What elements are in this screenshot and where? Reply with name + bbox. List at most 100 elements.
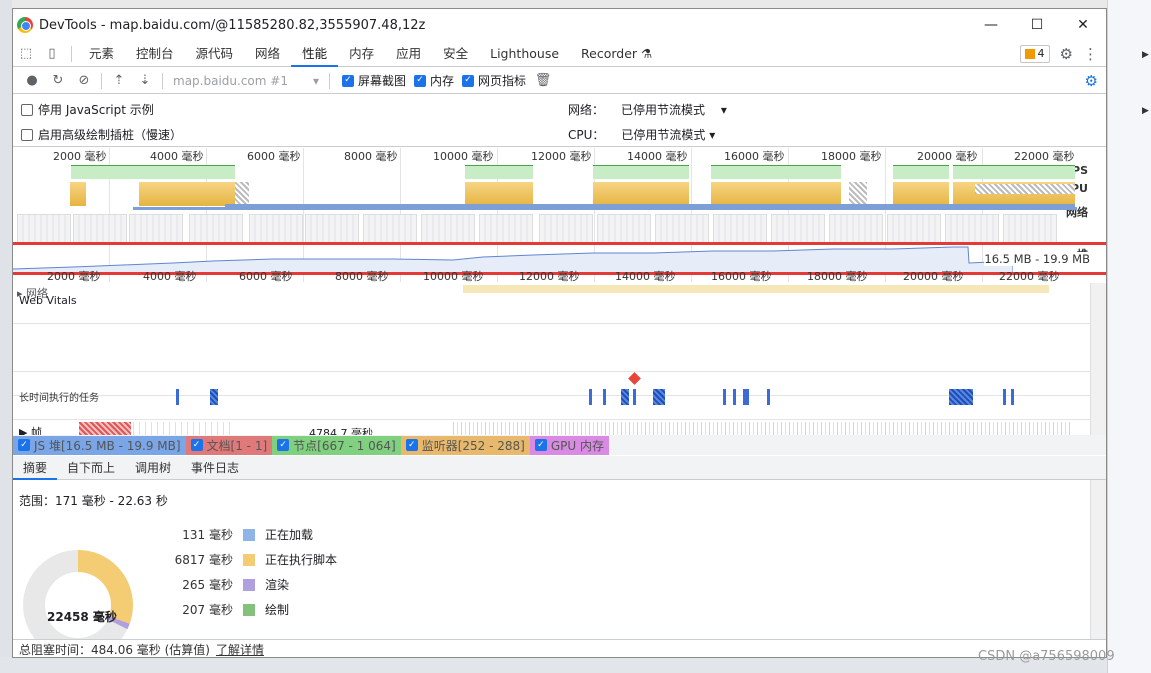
range-text: 范围：171 毫秒 - 22.63 秒 [19,494,168,508]
device-toolbar-icon[interactable]: ▯ [39,46,65,61]
tab-elements[interactable]: 元素 [78,41,125,67]
network-throttle-row: 网络： 已停用节流模式 ▾ [568,101,727,118]
total-blocking-time: 总阻塞时间：484.06 毫秒 (估算值) [19,643,210,657]
capture-settings-gear-icon[interactable]: ⚙ [1085,72,1098,90]
watermark: CSDN @a756598009 [978,649,1115,664]
title-bar: DevTools - map.baidu.com/@11585280.82,35… [13,9,1106,41]
legend-js-heap[interactable]: ✓ JS 堆[16.5 MB - 19.9 MB] [13,435,186,455]
color-swatch [243,553,255,566]
legend-nodes[interactable]: ✓ 节点[667 - 1 064] [272,435,401,455]
color-swatch [243,578,255,591]
dropdown-icon: ▾ [312,73,319,88]
devtools-window: DevTools - map.baidu.com/@11585280.82,35… [12,8,1107,658]
timeline-tick: 12000 毫秒 [519,270,580,283]
overview-tick: 12000 毫秒 [531,150,592,163]
tab-performance[interactable]: 性能 [291,41,339,67]
issues-badge[interactable]: 4 [1019,44,1050,63]
timeline-tick: 6000 毫秒 [239,270,293,283]
layout-shift-marker[interactable] [628,372,641,385]
timeline-tick: 2000 毫秒 [47,270,101,283]
tab-network[interactable]: 网络 [244,41,291,67]
close-button[interactable]: ✕ [1060,9,1106,41]
chrome-logo-icon [17,17,33,33]
cpu-throttle-select[interactable]: 已停用节流模式 ▾ [621,126,715,143]
memory-legend: ✓ JS 堆[16.5 MB - 19.9 MB] ✓ 文档[1 - 1] ✓ 节点[… [13,435,1106,455]
upload-icon[interactable]: ⇡ [106,73,132,88]
timeline-tick: 18000 毫秒 [807,270,868,283]
legend-gpu-memory[interactable]: ✓ GPU 内存 [529,435,610,455]
overview-tick: 22000 毫秒 [1014,150,1075,163]
disable-js-samples-row[interactable]: 停用 JavaScript 示例 [21,101,154,118]
dropdown-icon: ▾ [709,128,716,142]
background-page-left [0,0,12,673]
download-icon[interactable]: ⇣ [132,73,158,88]
summary-row: 207 毫秒 绘制 [182,603,290,617]
timeline-tick: 4000 毫秒 [143,270,197,283]
clear-icon[interactable]: ⊘ [71,73,97,88]
tab-lighthouse[interactable]: Lighthouse [479,41,570,67]
trash-icon[interactable]: 🗑 [530,73,556,88]
tab-event-log[interactable]: 事件日志 [181,456,249,480]
network-throttle-select[interactable]: 已停用节流模式 ▾ [621,101,727,118]
long-tasks-label: 长时间执行的任务 [19,393,99,404]
more-menu-icon[interactable]: ⋮ [1083,45,1098,63]
timeline-tick: 8000 毫秒 [335,270,389,283]
cpu-throttle-row: CPU： 已停用节流模式 ▾ [568,126,716,143]
record-icon[interactable]: ● [19,73,45,88]
gear-icon[interactable]: ⚙ [1060,45,1073,63]
reload-icon[interactable]: ↻ [45,73,71,88]
color-swatch [243,603,255,616]
background-page-bottom [0,657,1107,673]
tab-console[interactable]: 控制台 [125,41,185,67]
tab-memory[interactable]: 内存 [338,41,385,67]
tab-summary[interactable]: 摘要 [13,456,58,480]
inspect-element-icon[interactable]: ⬚ [13,46,39,61]
window-title: DevTools - map.baidu.com/@11585280.82,35… [39,17,426,33]
timeline-tick: 14000 毫秒 [615,270,676,283]
status-bar: 总阻塞时间：484.06 毫秒 (估算值) 了解详情 [13,639,1106,657]
overview-tick: 4000 毫秒 [150,150,204,163]
overview-tick: 2000 毫秒 [53,150,107,163]
overview-tick: 20000 毫秒 [917,150,978,163]
summary-row: 6817 毫秒 正在执行脚本 [174,553,338,567]
details-tabbar: 摘要 自下而上 调用树 事件日志 [13,456,1106,480]
background-page-right: ▶ ▶ [1107,0,1151,673]
arrow-icon: ▶ [1142,50,1149,60]
tab-call-tree[interactable]: 调用树 [125,456,181,480]
timeline-tick: 22000 毫秒 [999,270,1060,283]
timeline-tick: 16000 毫秒 [711,270,772,283]
tab-sources[interactable]: 源代码 [185,41,245,67]
issue-flag-icon [1024,48,1035,59]
overview-tick: 10000 毫秒 [433,150,494,163]
overview-tick: 14000 毫秒 [627,150,688,163]
devtools-tabbar: ⬚ ▯ 元素 控制台 源代码 网络 性能 内存 应用 安全 Lighthouse… [13,41,1106,67]
summary-row: 131 毫秒 正在加载 [182,528,314,542]
memory-checkbox[interactable]: ✓ 内存 [414,72,454,89]
color-swatch [243,528,255,541]
arrow-icon: ▶ [1142,106,1149,116]
summary-scrollbar[interactable] [1090,480,1106,640]
legend-documents[interactable]: ✓ 文档[1 - 1] [185,435,273,455]
tab-application[interactable]: 应用 [385,41,432,67]
donut-total: 22458 毫秒 [47,610,117,624]
webvitals-checkbox[interactable]: ✓ 网页指标 [462,72,526,89]
tab-recorder[interactable]: Recorder ⚗ [570,41,663,67]
capture-settings: 停用 JavaScript 示例 启用高级绘制插桩（慢速） 网络： 已停用节流模式… [13,95,1106,147]
timeline-tick: 10000 毫秒 [423,270,484,283]
learn-more-link[interactable]: 了解详情 [216,641,264,657]
tab-bottom-up[interactable]: 自下而上 [57,456,125,480]
overview-tick: 8000 毫秒 [344,150,398,163]
flask-icon: ⚗ [641,45,653,61]
timeline-tracks[interactable]: ▸ 网络 Web Vitals 长时间执行的任务 ▶ 帧 4784.7 毫秒 [13,283,1090,443]
profile-select[interactable]: map.baidu.com #1 ▾ [167,74,325,88]
dropdown-icon: ▾ [720,103,727,117]
tab-security[interactable]: 安全 [432,41,479,67]
timeline-scrollbar[interactable] [1090,283,1106,443]
overview-tick: 18000 毫秒 [821,150,882,163]
paint-instrumentation-row[interactable]: 启用高级绘制插桩（慢速） [21,126,182,143]
minimize-button[interactable]: — [968,9,1014,41]
screenshot-checkbox[interactable]: ✓ 屏幕截图 [342,72,406,89]
legend-listeners[interactable]: ✓ 监听器[252 - 288] [400,435,530,455]
maximize-button[interactable]: ☐ [1014,9,1060,41]
summary-panel: 范围：171 毫秒 - 22.63 秒 131 毫秒 正在加载 6817 毫秒 正在… [13,480,1090,640]
